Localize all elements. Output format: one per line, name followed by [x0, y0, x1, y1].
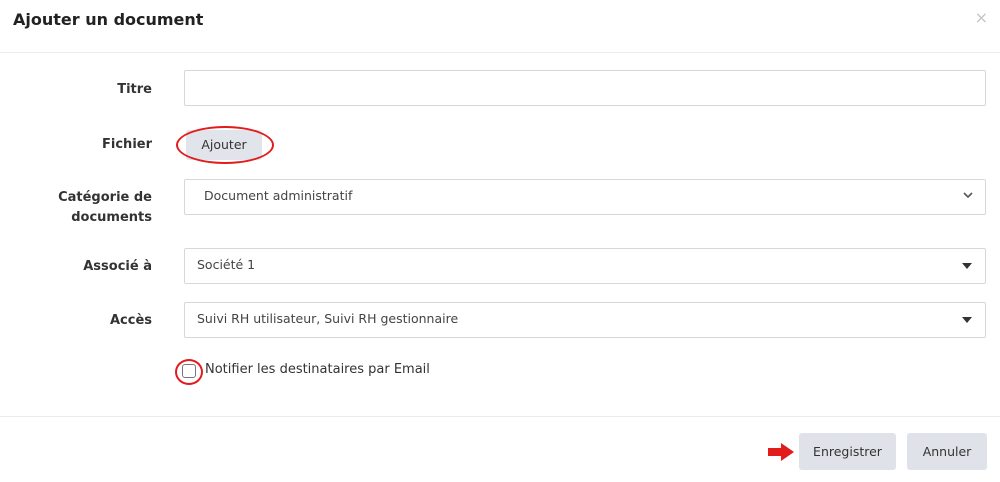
- access-select[interactable]: Suivi RH utilisateur, Suivi RH gestionna…: [184, 302, 986, 338]
- category-label-line2: documents: [71, 210, 152, 225]
- access-label: Accès: [109, 313, 152, 328]
- caret-down-icon: [962, 263, 972, 269]
- file-label: Fichier: [102, 137, 152, 152]
- cancel-button[interactable]: Annuler: [907, 433, 987, 470]
- arrow-right-icon: [768, 443, 794, 461]
- modal-title: Ajouter un document: [13, 10, 204, 29]
- access-select-value: Suivi RH utilisateur, Suivi RH gestionna…: [197, 311, 459, 326]
- caret-down-icon: [962, 317, 972, 323]
- notify-checkbox[interactable]: [182, 364, 196, 378]
- modal-header: Ajouter un document ×: [0, 0, 1000, 53]
- category-select-value: Document administratif: [204, 188, 353, 203]
- category-select[interactable]: Document administratif: [184, 179, 986, 215]
- title-input[interactable]: [184, 70, 986, 106]
- associated-label: Associé à: [83, 259, 152, 274]
- title-label: Titre: [117, 82, 152, 97]
- chevron-down-icon: [962, 189, 974, 204]
- close-icon[interactable]: ×: [975, 8, 988, 27]
- file-add-button[interactable]: Ajouter: [186, 130, 262, 160]
- category-label-line1: Catégorie de: [58, 190, 152, 205]
- associated-select-value: Société 1: [197, 257, 256, 272]
- notify-label[interactable]: Notifier les destinataires par Email: [205, 362, 430, 377]
- category-label: Catégorie de documents: [58, 188, 152, 228]
- save-button[interactable]: Enregistrer: [799, 433, 896, 470]
- associated-select[interactable]: Société 1: [184, 248, 986, 284]
